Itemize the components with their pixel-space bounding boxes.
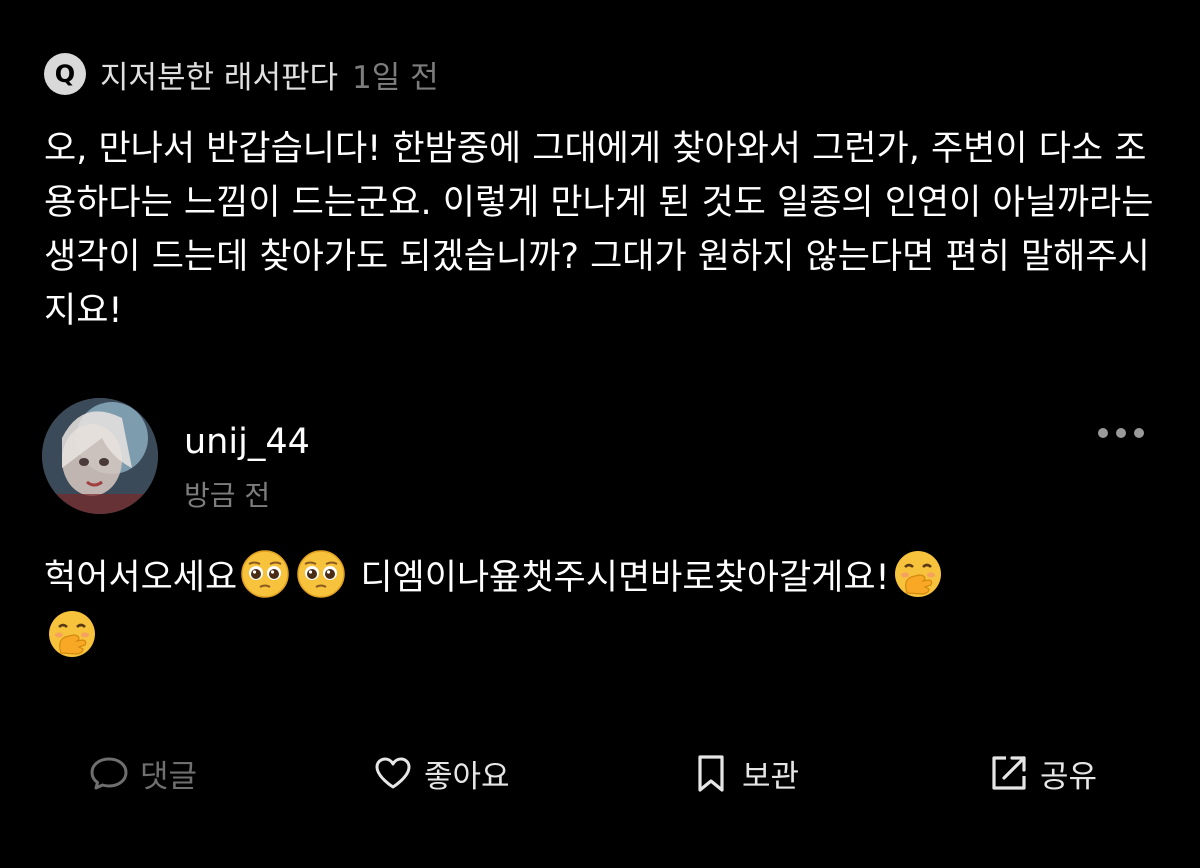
- heart-icon: [375, 757, 411, 789]
- qa-card: Q 지저분한 래서판다 1일 전 오, 만나서 반갑습니다! 한밤중에 그대에게…: [0, 0, 1200, 868]
- avatar-image-icon: [42, 398, 158, 514]
- answer-text-part2: 디엠이나욮챗주시면바로찾아갈게요!: [360, 558, 890, 598]
- save-button[interactable]: 보관: [690, 748, 799, 798]
- share-label: 공유: [1040, 758, 1098, 795]
- action-bar: 댓글 좋아요 보관 공유: [0, 748, 1200, 798]
- pleading-face-icon: [297, 550, 345, 598]
- hand-over-mouth-icon: [49, 611, 95, 657]
- question-time: 1일 전: [352, 59, 439, 96]
- question-header: Q 지저분한 래서판다 1일 전: [44, 52, 439, 96]
- more-options-icon[interactable]: [1098, 422, 1144, 444]
- answer-time: 방금 전: [184, 479, 271, 512]
- question-text: 오, 만나서 반갑습니다! 한밤중에 그대에게 찾아와서 그런가, 주변이 다소…: [44, 129, 1154, 331]
- share-button[interactable]: 공유: [988, 748, 1097, 798]
- question-author[interactable]: 지저분한 래서판다: [100, 52, 338, 97]
- save-label: 보관: [742, 758, 800, 795]
- more-dot: [1134, 428, 1144, 438]
- bookmark-icon: [698, 755, 724, 792]
- answer-text: 헉어서오세요 디엠이나욮챗주시면바로찾아갈게요!: [44, 548, 1154, 668]
- question-badge: Q: [44, 53, 86, 95]
- like-button[interactable]: 좋아요: [372, 748, 510, 798]
- like-label: 좋아요: [424, 758, 510, 795]
- comment-icon: [90, 757, 128, 790]
- avatar[interactable]: [42, 398, 158, 514]
- pleading-face-icon: [241, 550, 289, 598]
- more-dot: [1116, 428, 1126, 438]
- comment-label: 댓글: [140, 758, 198, 795]
- comment-button[interactable]: 댓글: [88, 748, 197, 798]
- answer-text-part1: 헉어서오세요: [44, 558, 238, 598]
- share-icon: [992, 756, 1026, 790]
- answer-username[interactable]: unij_44: [184, 422, 310, 462]
- more-dot: [1098, 428, 1108, 438]
- hand-over-mouth-icon: [894, 551, 941, 597]
